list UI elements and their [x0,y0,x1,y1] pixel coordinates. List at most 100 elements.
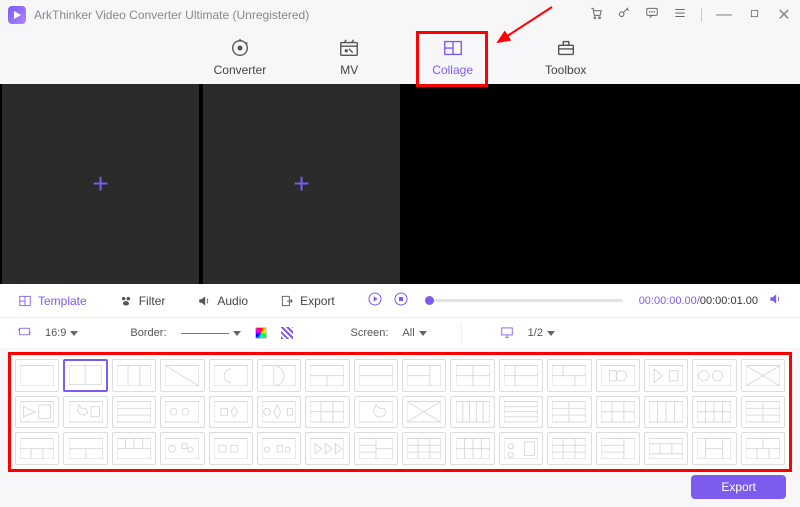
preview-scale-dropdown[interactable]: 1/2 [528,327,555,339]
collage-icon [442,37,464,59]
filter-icon [119,294,133,308]
subtab-export[interactable]: Export [280,294,335,308]
template-thumb-13[interactable] [644,359,688,392]
template-thumb-0[interactable] [15,359,59,392]
screen-dropdown[interactable]: All [402,327,426,339]
template-thumb-38[interactable] [305,432,349,465]
cart-icon[interactable] [589,6,603,25]
play-button[interactable] [367,291,383,310]
template-thumb-33[interactable] [63,432,107,465]
border-pattern-picker[interactable] [281,327,293,339]
template-thumb-22[interactable] [305,396,349,429]
template-thumb-18[interactable] [112,396,156,429]
template-thumb-7[interactable] [354,359,398,392]
collage-slot-1[interactable]: + [2,84,199,284]
tab-label: MV [340,63,358,77]
border-preview [181,333,229,334]
tab-converter[interactable]: Converter [214,37,267,77]
template-thumb-26[interactable] [499,396,543,429]
maximize-button[interactable] [746,6,762,24]
template-thumb-27[interactable] [547,396,591,429]
export-bar: Export [691,475,786,499]
volume-icon[interactable] [768,292,782,309]
tab-toolbox[interactable]: Toolbox [545,37,586,77]
template-thumb-24[interactable] [402,396,446,429]
template-thumb-36[interactable] [209,432,253,465]
template-thumb-9[interactable] [450,359,494,392]
template-thumb-2[interactable] [112,359,156,392]
plus-icon: + [92,168,108,200]
template-thumb-29[interactable] [644,396,688,429]
seek-bar[interactable] [425,299,623,302]
template-thumb-45[interactable] [644,432,688,465]
screen-label: Screen: [351,327,389,339]
template-thumb-12[interactable] [596,359,640,392]
key-icon[interactable] [617,6,631,25]
template-thumb-28[interactable] [596,396,640,429]
stop-button[interactable] [393,291,409,310]
template-thumb-40[interactable] [402,432,446,465]
menu-icon[interactable] [673,6,687,25]
template-grid-callout [8,352,792,472]
template-thumb-10[interactable] [499,359,543,392]
subtab-label: Audio [217,294,248,308]
template-thumb-3[interactable] [160,359,204,392]
template-thumb-30[interactable] [692,396,736,429]
template-thumb-4[interactable] [209,359,253,392]
close-button[interactable]: ✕ [776,5,792,25]
template-thumb-16[interactable] [15,396,59,429]
template-thumb-37[interactable] [257,432,301,465]
export-button[interactable]: Export [691,475,786,499]
subtab-audio[interactable]: Audio [197,294,248,308]
border-color-picker[interactable] [255,327,267,339]
ratio-dropdown[interactable]: 16:9 [45,327,78,339]
border-label: Border: [130,327,166,339]
template-thumb-35[interactable] [160,432,204,465]
template-thumb-42[interactable] [499,432,543,465]
collage-slot-2[interactable]: + [203,84,400,284]
workspace: + + [0,84,800,284]
template-thumb-34[interactable] [112,432,156,465]
minimize-button[interactable]: — [716,6,732,24]
time-display: 00:00:00.00/00:00:01.00 [639,295,758,307]
template-thumb-6[interactable] [305,359,349,392]
subtab-label: Export [300,294,335,308]
preview-area [408,84,800,284]
template-thumb-17[interactable] [63,396,107,429]
subtab-filter[interactable]: Filter [119,294,166,308]
template-thumb-23[interactable] [354,396,398,429]
feedback-icon[interactable] [645,6,659,25]
template-thumb-8[interactable] [402,359,446,392]
export-icon [280,294,294,308]
preview-slot-2 [606,84,800,284]
template-thumb-39[interactable] [354,432,398,465]
template-thumb-1[interactable] [63,359,107,392]
template-thumb-25[interactable] [450,396,494,429]
chevron-down-icon [547,331,555,336]
subtab-label: Filter [139,294,166,308]
template-thumb-19[interactable] [160,396,204,429]
template-thumb-14[interactable] [692,359,736,392]
template-thumb-11[interactable] [547,359,591,392]
subtab-template[interactable]: Template [18,294,87,308]
template-thumb-31[interactable] [741,396,785,429]
template-thumb-41[interactable] [450,432,494,465]
template-thumb-47[interactable] [741,432,785,465]
app-title: ArkThinker Video Converter Ultimate (Unr… [34,8,309,22]
mv-icon [338,37,360,59]
template-thumb-5[interactable] [257,359,301,392]
template-thumb-46[interactable] [692,432,736,465]
window-controls: — ✕ [589,5,792,25]
border-style-dropdown[interactable] [181,331,241,336]
template-thumb-43[interactable] [547,432,591,465]
tab-collage[interactable]: Collage [432,37,473,77]
seek-knob[interactable] [425,296,434,305]
template-thumb-15[interactable] [741,359,785,392]
chevron-down-icon [419,331,427,336]
template-thumb-32[interactable] [15,432,59,465]
template-thumb-20[interactable] [209,396,253,429]
template-thumb-21[interactable] [257,396,301,429]
tab-mv[interactable]: MV [338,37,360,77]
player-controls: 00:00:00.00/00:00:01.00 [367,291,782,310]
template-thumb-44[interactable] [596,432,640,465]
